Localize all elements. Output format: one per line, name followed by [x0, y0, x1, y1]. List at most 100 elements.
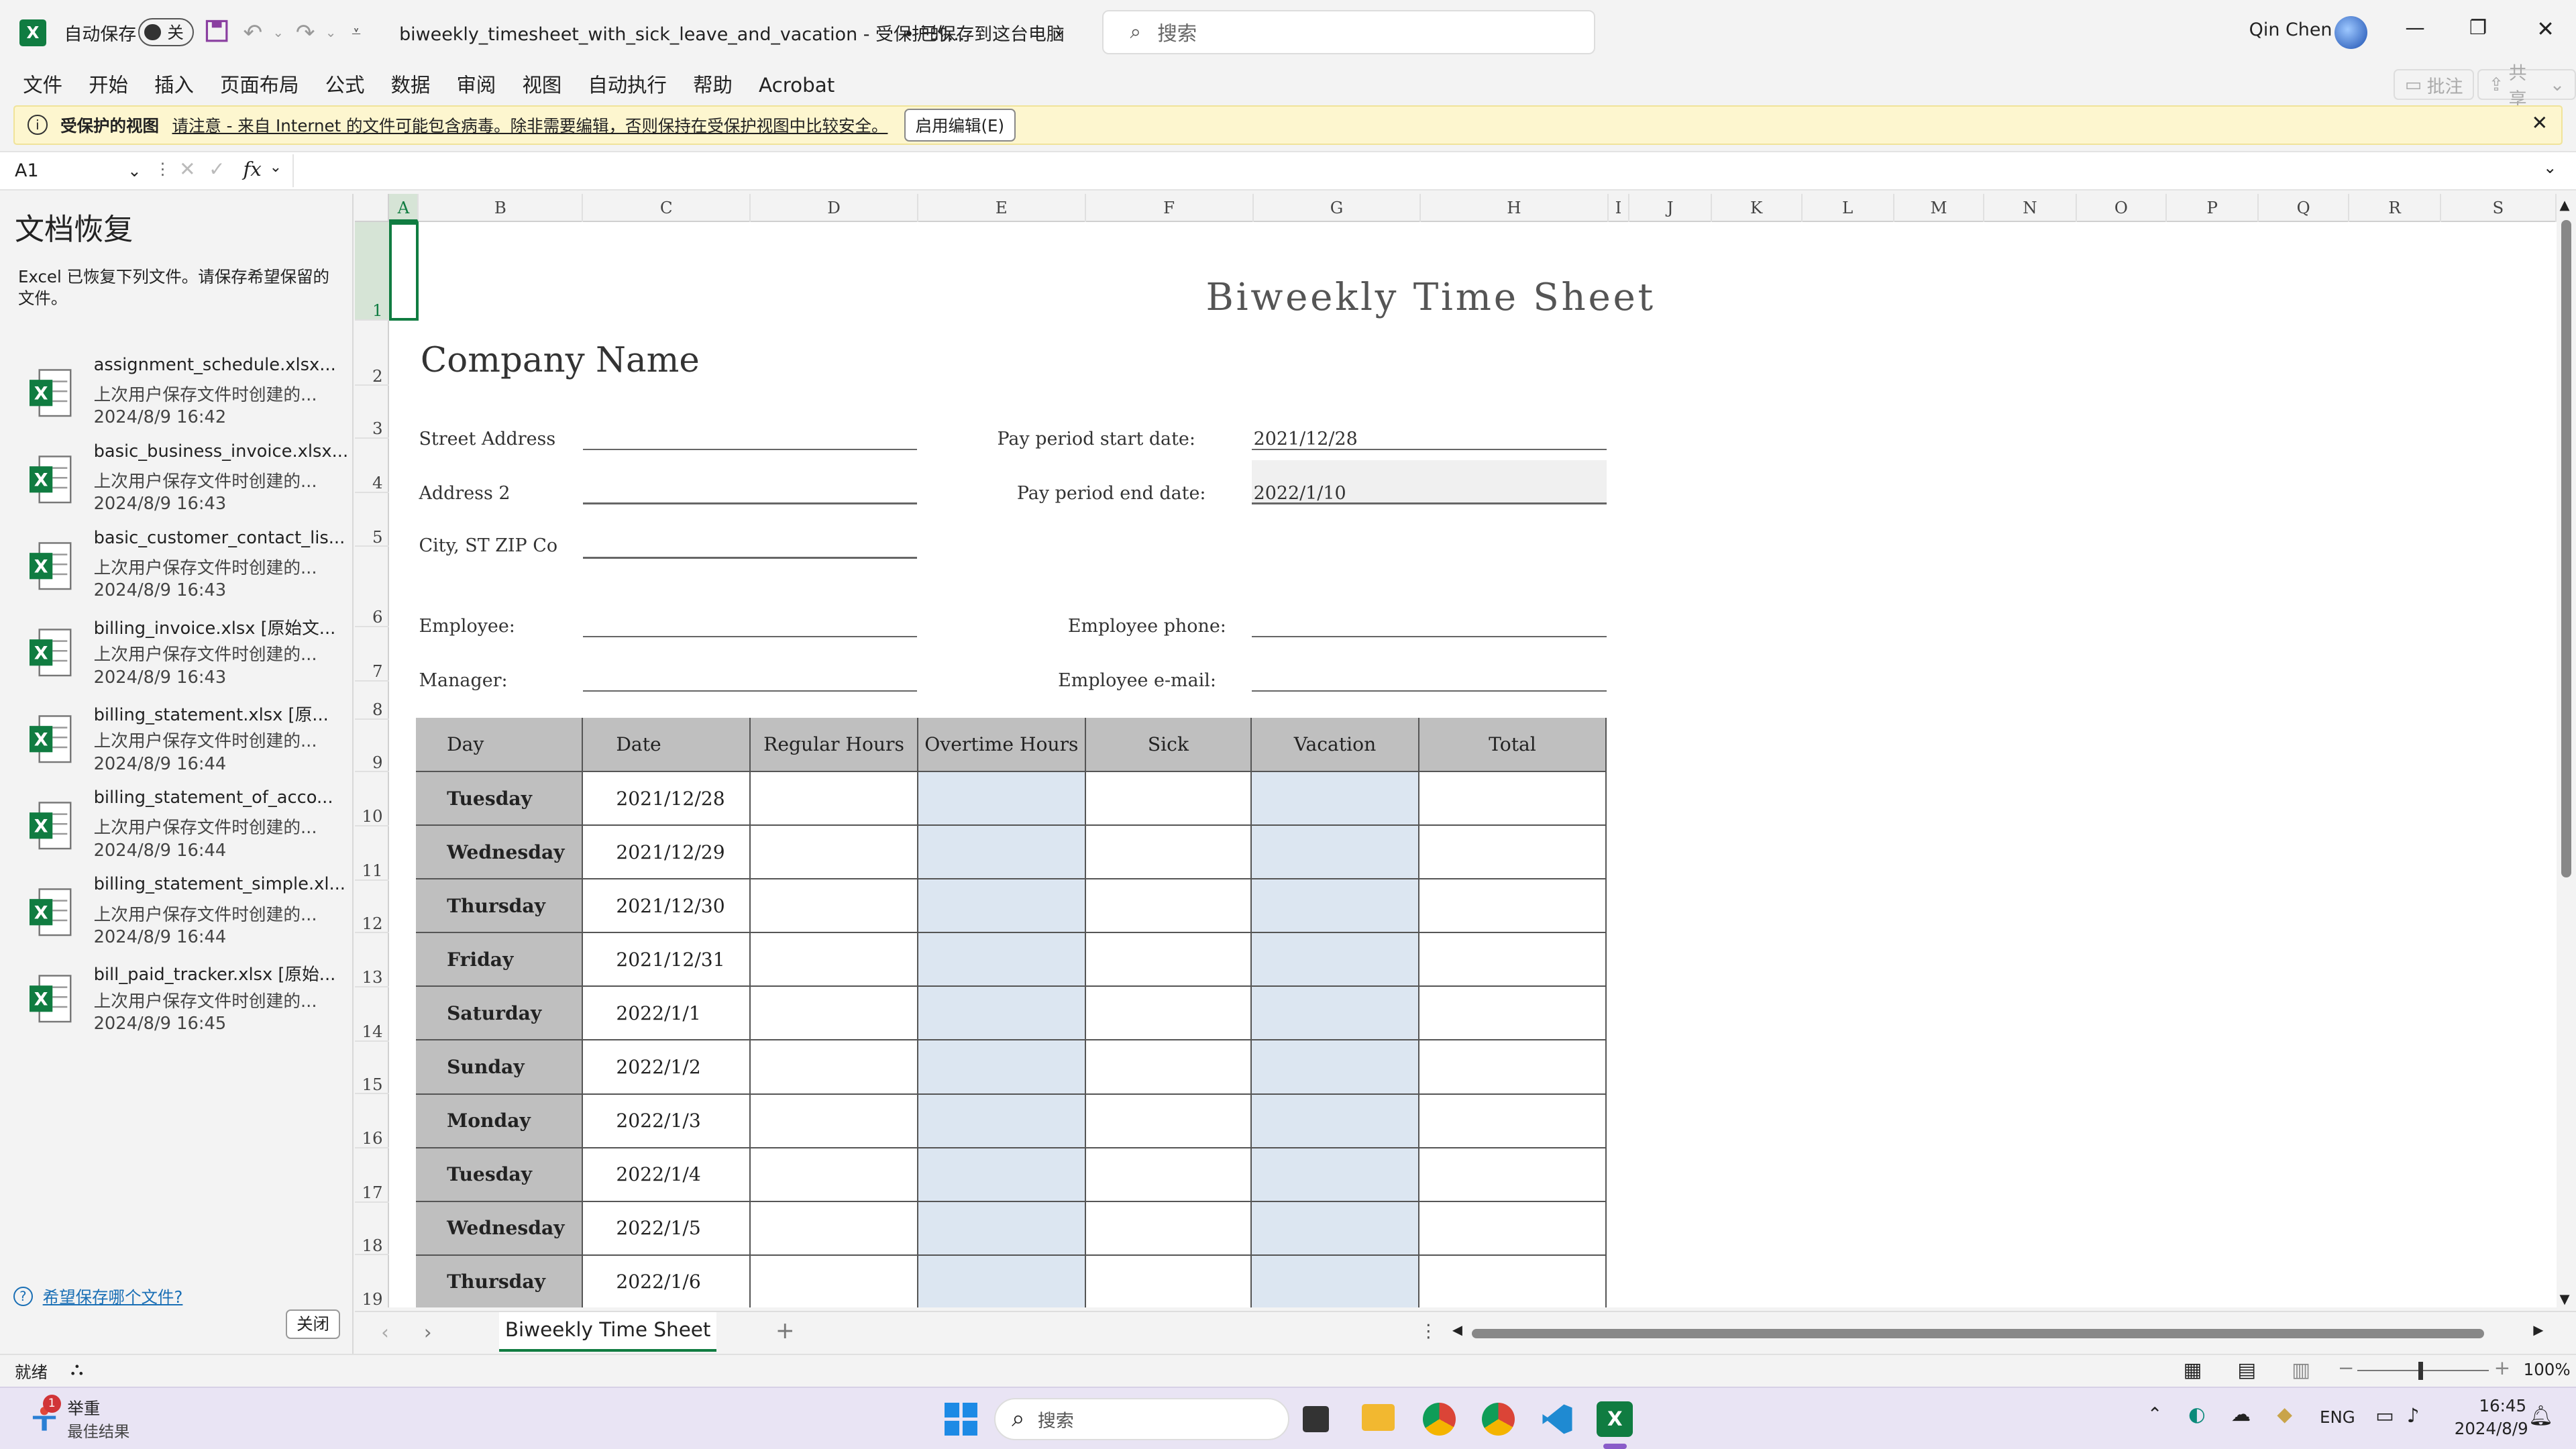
hours-cell[interactable] — [1419, 1094, 1607, 1148]
volume-icon[interactable]: ♪ — [2407, 1404, 2420, 1427]
column-header-D[interactable]: D — [751, 193, 918, 222]
edge-icon[interactable]: ◐ — [2188, 1403, 2206, 1426]
hours-cell[interactable] — [751, 1040, 918, 1095]
recovered-file-item[interactable]: Xbilling_statement_of_acco... 上次用户保存文件时创建… — [0, 784, 352, 869]
zoom-level[interactable]: 100% — [2524, 1360, 2571, 1379]
prev-sheet-icon[interactable]: ‹ — [381, 1321, 389, 1344]
menu-item-2[interactable]: 插入 — [142, 66, 207, 105]
normal-view-icon[interactable]: ▦ — [2184, 1358, 2202, 1381]
column-header-F[interactable]: F — [1086, 193, 1254, 222]
formula-input[interactable] — [292, 154, 2544, 187]
cancel-icon[interactable]: ✕ — [179, 158, 196, 180]
horizontal-scrollbar[interactable]: ◀ ▶ — [1452, 1322, 2550, 1342]
row-header-5[interactable]: 5 — [354, 493, 390, 547]
next-sheet-icon[interactable]: › — [424, 1321, 432, 1344]
row-header-2[interactable]: 2 — [354, 321, 390, 386]
date-cell[interactable]: 2021/12/31 — [583, 933, 751, 987]
zoom-slider-thumb[interactable] — [2418, 1361, 2424, 1380]
menu-item-3[interactable]: 页面布局 — [207, 66, 312, 105]
day-cell[interactable]: Sunday — [415, 1040, 584, 1095]
undo-dropdown-icon[interactable]: ⌄ — [273, 25, 284, 40]
clock-time[interactable]: 16:45 — [2479, 1396, 2527, 1415]
select-all-corner[interactable] — [354, 193, 390, 222]
day-cell[interactable]: Wednesday — [415, 826, 584, 880]
confirm-icon[interactable]: ✓ — [209, 158, 225, 180]
vertical-scrollbar[interactable]: ▲ ▼ — [2556, 193, 2576, 1315]
worksheet-grid[interactable]: ABCDEFGHIJKLMNOPQRS 1 2 3 4 5 6 7 8 9 10 11 12 13 14 1… — [354, 193, 2557, 1308]
hours-cell[interactable] — [918, 1255, 1086, 1308]
hours-cell[interactable] — [918, 1094, 1086, 1148]
menu-item-10[interactable]: Acrobat — [745, 66, 847, 105]
menu-item-9[interactable]: 帮助 — [680, 66, 745, 105]
hours-cell[interactable] — [918, 933, 1086, 987]
close-icon[interactable]: ✕ — [2531, 111, 2548, 134]
notification-bell-icon[interactable]: 🔔︎ — [2528, 1404, 2553, 1428]
hours-cell[interactable] — [918, 1201, 1086, 1256]
hours-cell[interactable] — [751, 879, 918, 934]
redo-dropdown-icon[interactable]: ⌄ — [325, 25, 336, 40]
row-header-10[interactable]: 10 — [354, 772, 390, 826]
autosave-toggle[interactable]: 关 — [138, 17, 194, 46]
comments-button[interactable]: ▭ 批注 — [2394, 68, 2475, 101]
recovered-file-item[interactable]: Xbasic_business_invoice.xlsx... 上次用户保存文件时… — [0, 438, 352, 523]
row-header-11[interactable]: 11 — [354, 826, 390, 881]
hours-cell[interactable] — [751, 772, 918, 826]
network-icon[interactable]: ▭ — [2375, 1404, 2394, 1427]
protected-view-message[interactable]: 请注意 - 来自 Internet 的文件可能包含病毒。除非需要编辑，否则保持在… — [172, 113, 888, 137]
hours-cell[interactable] — [751, 1148, 918, 1202]
hours-cell[interactable] — [1252, 772, 1419, 826]
selected-cell[interactable] — [389, 221, 419, 321]
column-header-C[interactable]: C — [583, 193, 751, 222]
name-box[interactable]: A1 ⌄ — [9, 156, 145, 186]
recovered-file-item[interactable]: Xbilling_statement.xlsx [原... 上次用户保存文件时创建… — [0, 698, 352, 783]
column-header-R[interactable]: R — [2349, 193, 2442, 222]
menu-item-6[interactable]: 审阅 — [443, 66, 509, 105]
day-cell[interactable]: Saturday — [415, 987, 584, 1041]
column-header-G[interactable]: G — [1254, 193, 1421, 222]
column-header-B[interactable]: B — [419, 193, 584, 222]
menu-item-1[interactable]: 开始 — [76, 66, 142, 105]
close-window-icon[interactable]: ✕ — [2536, 16, 2555, 42]
hours-cell[interactable] — [1419, 933, 1607, 987]
hours-cell[interactable] — [1085, 987, 1252, 1041]
column-header-E[interactable]: E — [918, 193, 1086, 222]
hours-cell[interactable] — [1085, 826, 1252, 880]
hours-cell[interactable] — [918, 879, 1086, 934]
row-header-18[interactable]: 18 — [354, 1203, 390, 1255]
save-status[interactable]: • 已保存到这台电脑 — [904, 19, 1065, 46]
notification-title[interactable]: 举重 — [67, 1396, 100, 1419]
column-header-N[interactable]: N — [1984, 193, 2077, 222]
hours-cell[interactable] — [918, 1040, 1086, 1095]
hours-cell[interactable] — [1085, 879, 1252, 934]
hours-cell[interactable] — [1419, 826, 1607, 880]
menu-item-8[interactable]: 自动执行 — [575, 66, 680, 105]
row-header-19[interactable]: 19 — [355, 1255, 389, 1307]
column-header-O[interactable]: O — [2077, 193, 2167, 222]
hours-cell[interactable] — [1252, 1094, 1419, 1148]
hours-cell[interactable] — [1419, 1148, 1607, 1202]
hours-cell[interactable] — [1419, 772, 1607, 826]
row-header-15[interactable]: 15 — [354, 1042, 390, 1094]
hours-cell[interactable] — [751, 987, 918, 1041]
scroll-left-icon[interactable]: ◀ — [1452, 1322, 1462, 1338]
date-cell[interactable]: 2021/12/28 — [583, 772, 751, 826]
row-header-14[interactable]: 14 — [354, 987, 390, 1042]
date-cell[interactable]: 2022/1/5 — [583, 1201, 751, 1256]
hours-cell[interactable] — [1252, 1255, 1419, 1308]
column-header-K[interactable]: K — [1712, 193, 1803, 222]
enable-editing-button[interactable]: 启用编辑(E) — [904, 108, 1016, 142]
scroll-thumb[interactable] — [2561, 220, 2571, 877]
hours-cell[interactable] — [1085, 1094, 1252, 1148]
column-header-L[interactable]: L — [1803, 193, 1894, 222]
taskbar-search[interactable]: ⌕ 搜索 — [994, 1397, 1290, 1441]
undo-icon[interactable]: ↶ — [243, 19, 262, 46]
row-header-12[interactable]: 12 — [354, 881, 390, 933]
day-cell[interactable]: Friday — [415, 933, 584, 987]
column-header-J[interactable]: J — [1629, 193, 1712, 222]
hours-cell[interactable] — [1252, 987, 1419, 1041]
date-cell[interactable]: 2022/1/6 — [583, 1255, 751, 1308]
column-header-A[interactable]: A — [389, 193, 419, 222]
row-header-13[interactable]: 13 — [354, 933, 390, 987]
help-link[interactable]: ? 希望保存哪个文件? — [13, 1285, 182, 1308]
row-header-8[interactable]: 8 — [354, 682, 390, 720]
